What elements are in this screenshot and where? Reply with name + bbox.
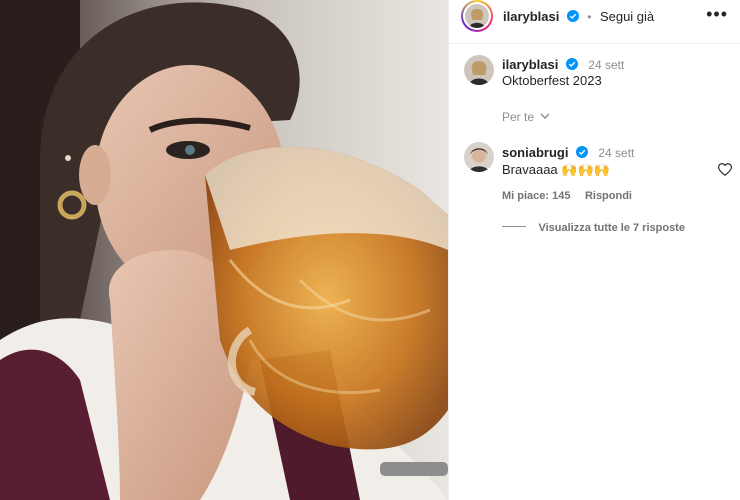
comment-text: Bravaaaa 🙌🙌🙌 [502,162,610,177]
caption-author-avatar[interactable] [464,55,494,85]
caption-timestamp[interactable]: 24 sett [588,58,624,72]
chevron-down-icon [540,113,550,120]
more-options-icon[interactable]: ••• [706,4,728,25]
caption-text: Oktoberfest 2023 [502,73,602,88]
translation-toggle-label: Per te [502,110,535,124]
author-username[interactable]: ilaryblasi [503,9,559,24]
caption-author-username[interactable]: ilaryblasi [502,57,558,72]
comment-actions: Mi piace: 145 Rispondi [502,186,632,204]
reply-button[interactable]: Rispondi [585,190,632,202]
verified-badge-icon [575,146,588,158]
separator-dot: • [587,10,592,24]
view-replies-button[interactable]: Visualizza tutte le 7 risposte [502,218,685,236]
comment-header: soniabrugi 24 sett [502,144,634,162]
verified-badge-icon [565,58,578,70]
avatar-image [464,55,494,85]
comment-author-avatar[interactable] [464,142,494,172]
comment-author-username[interactable]: soniabrugi [502,145,568,160]
photo-woman-drinking-beer [0,0,448,500]
view-replies-label: Visualizza tutte le 7 risposte [538,222,685,234]
replies-divider-line [502,226,526,228]
comment-timestamp[interactable]: 24 sett [598,146,634,160]
translation-toggle[interactable]: Per te [502,110,550,124]
comment-likes-count[interactable]: Mi piace: 145 [502,190,570,202]
avatar-image [465,4,489,28]
follow-button[interactable]: Segui già [600,9,654,24]
author-avatar[interactable] [461,0,493,32]
heart-icon[interactable] [718,163,732,176]
post-photo[interactable] [0,0,448,500]
post-header: ilaryblasi • Segui già ••• [449,0,740,44]
verified-badge-icon [566,10,579,22]
header-author-row: ilaryblasi • Segui già [503,8,654,26]
avatar-image [464,142,494,172]
caption-header: ilaryblasi 24 sett [502,56,624,74]
post-side-panel: ilaryblasi • Segui già ••• ilaryblasi 24… [448,0,740,500]
